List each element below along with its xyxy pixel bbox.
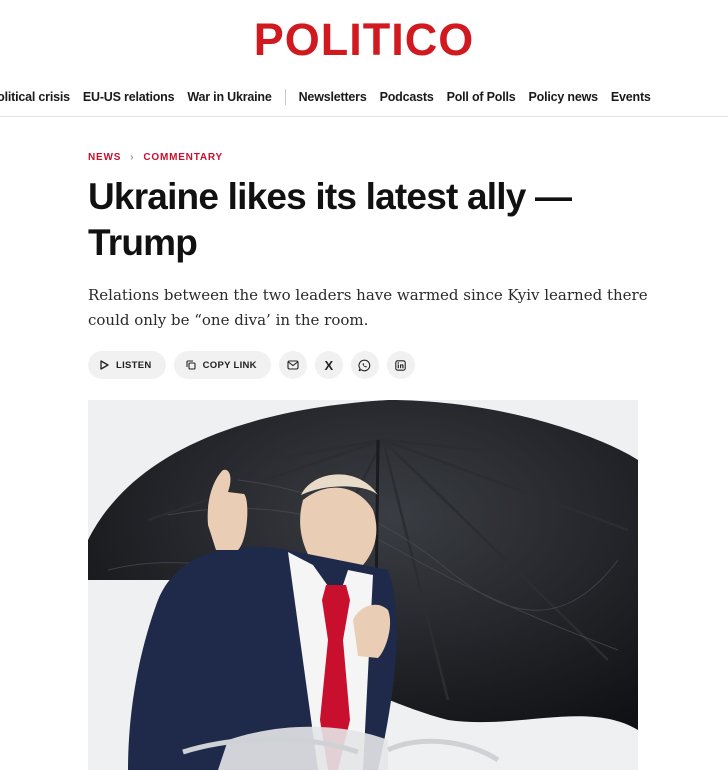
article-actions: LISTEN COPY LINK X bbox=[88, 351, 423, 379]
breadcrumb-news[interactable]: NEWS bbox=[88, 152, 121, 163]
breadcrumb-commentary[interactable]: COMMENTARY bbox=[143, 152, 223, 163]
breadcrumb: NEWS › COMMENTARY bbox=[88, 152, 223, 163]
play-icon bbox=[100, 360, 109, 370]
nav-item-war-in-ukraine[interactable]: War in Ukraine bbox=[187, 90, 271, 104]
copy-link-label: COPY LINK bbox=[202, 359, 257, 371]
site-header: POLITICO bbox=[0, 14, 728, 66]
share-email-button[interactable] bbox=[278, 351, 307, 379]
nav-item-events[interactable]: Events bbox=[611, 90, 651, 104]
share-whatsapp-button[interactable] bbox=[350, 351, 379, 379]
header-divider bbox=[0, 116, 728, 117]
listen-label: LISTEN bbox=[116, 359, 152, 371]
politico-logo[interactable]: POLITICO bbox=[254, 14, 475, 65]
linkedin-icon bbox=[395, 359, 407, 371]
x-icon: X bbox=[324, 357, 334, 373]
email-icon bbox=[287, 360, 299, 370]
article-dek: Relations between the two leaders have w… bbox=[88, 286, 648, 329]
nav-divider bbox=[284, 89, 286, 105]
hero-image bbox=[88, 400, 638, 770]
share-x-button[interactable]: X bbox=[314, 351, 343, 379]
section-nav: Political crisis EU-US relations War in … bbox=[0, 86, 728, 108]
copy-icon bbox=[186, 360, 196, 370]
whatsapp-icon bbox=[358, 359, 371, 371]
chevron-right-icon: › bbox=[130, 152, 135, 163]
nav-item-newsletters[interactable]: Newsletters bbox=[299, 90, 367, 104]
listen-button[interactable]: LISTEN bbox=[88, 351, 166, 379]
article-headline: Ukraine likes its latest ally — Trump bbox=[88, 176, 572, 263]
nav-item-eu-us-relations[interactable]: EU-US relations bbox=[83, 90, 175, 104]
nav-item-policy-news[interactable]: Policy news bbox=[529, 90, 599, 104]
share-linkedin-button[interactable] bbox=[386, 351, 415, 379]
nav-item-political-crisis[interactable]: Political crisis bbox=[0, 90, 70, 104]
nav-item-podcasts[interactable]: Podcasts bbox=[380, 90, 434, 104]
hero-photo-illustration bbox=[88, 400, 638, 770]
copy-link-button[interactable]: COPY LINK bbox=[173, 351, 271, 379]
nav-item-poll-of-polls[interactable]: Poll of Polls bbox=[447, 90, 516, 104]
